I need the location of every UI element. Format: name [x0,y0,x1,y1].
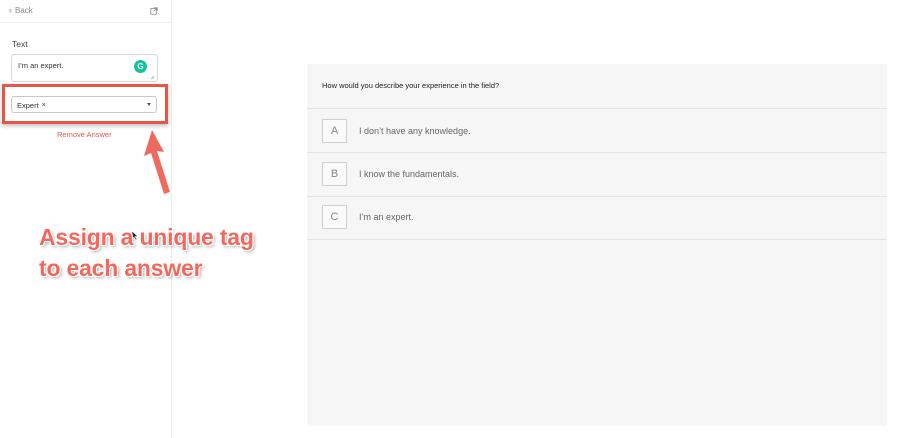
option-key: C [322,205,347,229]
back-label: Back [15,5,33,15]
text-field-label: Text [12,39,28,49]
tag-chip: Expert × [17,101,46,110]
arrow-icon [142,128,172,196]
annotation-text: Assign a unique tag to each answer [39,222,254,284]
annotation-line-2: to each answer [39,255,203,281]
answer-text-value: I’m an expert. [18,61,64,70]
grammarly-icon[interactable]: G [134,60,147,73]
option-text: I’m an expert. [359,212,414,222]
answer-option-c[interactable]: C I’m an expert. [307,197,887,239]
divider [307,239,887,240]
question-preview: How would you describe your experience i… [307,64,887,426]
editor-sidebar: ‹ Back Text I’m an expert. G Expert × Re… [0,0,172,438]
answer-option-a[interactable]: A I don’t have any knowledge. [307,109,887,151]
option-text: I don’t have any knowledge. [359,126,471,136]
sidebar-header: ‹ Back [0,0,171,23]
tag-chip-label: Expert [17,101,39,110]
option-key: A [322,119,347,143]
option-text: I know the fundamentals. [359,169,460,179]
external-link-icon[interactable] [150,7,158,15]
chevron-left-icon: ‹ [9,5,12,15]
option-key: B [322,162,347,186]
close-icon[interactable]: × [42,102,46,109]
answer-option-b[interactable]: B I know the fundamentals. [307,153,887,195]
resize-grip-icon[interactable] [150,75,155,80]
back-link[interactable]: ‹ Back [9,5,33,15]
tag-select[interactable]: Expert × [11,96,157,113]
annotation-line-1: Assign a unique tag [39,224,254,250]
question-text: How would you describe your experience i… [322,81,500,90]
remove-answer-link[interactable]: Remove Answer [57,130,112,139]
caret-down-icon[interactable] [147,103,151,106]
